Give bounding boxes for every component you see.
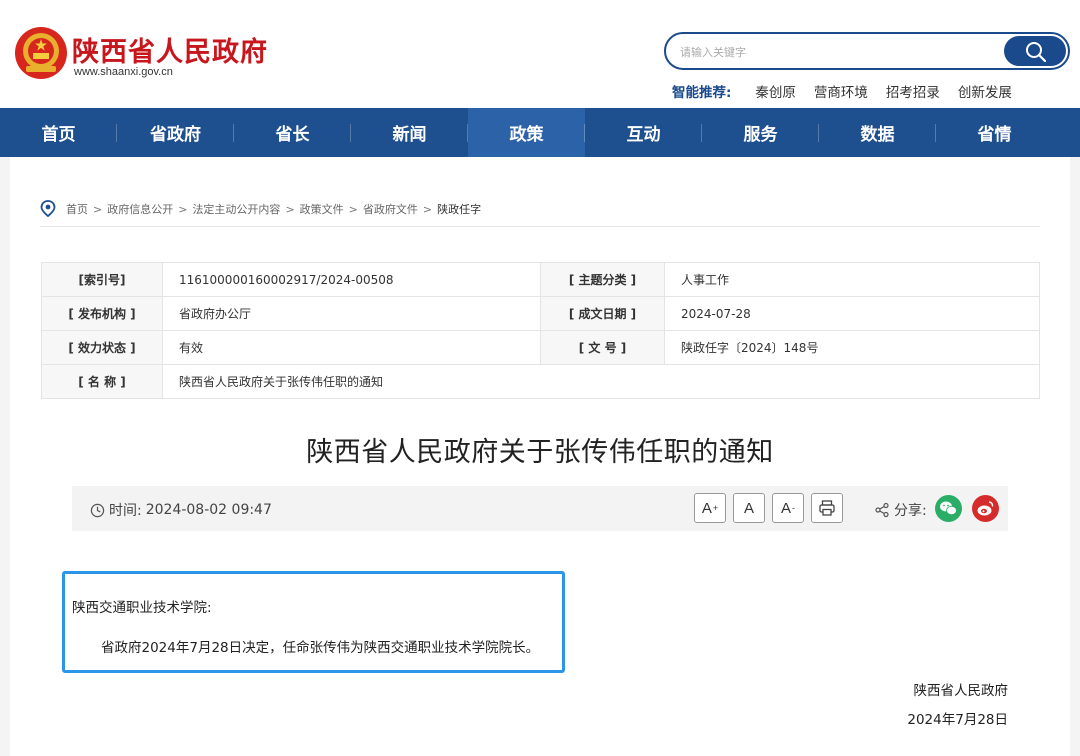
font-medium-glyph: A (743, 499, 754, 517)
clock-icon (90, 503, 105, 517)
nav-policy[interactable]: 政策 (468, 108, 585, 157)
name-value: 陕西省人民政府关于张传伟任职的通知 (162, 364, 1040, 399)
topic-value: 人事工作 (664, 262, 1040, 297)
share-icon (875, 502, 889, 518)
main-nav: 首页 省政府 省长 新闻 政策 互动 服务 数据 省情 (0, 108, 1080, 157)
nav-governor[interactable]: 省长 (234, 108, 351, 157)
search-button[interactable] (1004, 36, 1066, 66)
table-row: [索引号] 116100000160002917/2024-00508 [ 主题… (41, 262, 1040, 297)
font-increase-button[interactable]: A + (694, 493, 726, 523)
smart-recommend: 智能推荐: 秦创原 营商环境 招考招录 创新发展 (672, 81, 1030, 101)
breadcrumb-separator: > (285, 202, 295, 216)
print-button[interactable] (811, 493, 843, 523)
search-box (664, 32, 1070, 70)
highlighted-body-box (62, 571, 565, 673)
share-text: 分享: (894, 503, 927, 519)
location-pin-icon (40, 200, 56, 218)
site-url: www.shaanxi.gov.cn (74, 66, 173, 78)
publish-time: 时间: 2024-08-02 09:47 (90, 500, 272, 520)
recommend-item[interactable]: 营商环境 (814, 81, 868, 101)
addressee: 陕西交通职业技术学院: (72, 600, 212, 616)
font-default-button[interactable]: A (733, 493, 765, 523)
name-label: [ 名 称 ] (41, 364, 163, 399)
site-header: 陕西省人民政府 www.shaanxi.gov.cn 智能推荐: 秦创原 营商环… (0, 0, 1080, 108)
recommend-item[interactable]: 创新发展 (958, 81, 1012, 101)
issuer-value: 省政府办公厅 (162, 296, 541, 331)
date-value: 2024-07-28 (664, 296, 1040, 331)
font-decrease-button[interactable]: A- (772, 493, 804, 523)
nav-interaction[interactable]: 互动 (585, 108, 702, 157)
index-label: [索引号] (41, 262, 163, 297)
status-label: [ 效力状态 ] (41, 330, 163, 365)
nav-provincial-gov[interactable]: 省政府 (117, 108, 234, 157)
site-title[interactable]: 陕西省人民政府 (72, 30, 268, 69)
breadcrumb-separator: > (422, 202, 433, 216)
share-label: 分享: (874, 500, 927, 520)
docno-label: [ 文 号 ] (540, 330, 665, 365)
breadcrumb-item[interactable]: 首页 (66, 201, 88, 217)
nav-services[interactable]: 服务 (702, 108, 819, 157)
article-toolbar: 时间: 2024-08-02 09:47 A + A A- 分享: (72, 486, 1008, 531)
national-emblem-icon (15, 27, 67, 79)
recommend-item[interactable]: 秦创原 (755, 81, 796, 101)
search-icon (1026, 42, 1047, 63)
topic-label: [ 主题分类 ] (540, 262, 665, 297)
weibo-icon (977, 501, 994, 516)
status-value: 有效 (162, 330, 541, 365)
breadcrumb-divider (40, 226, 1040, 227)
nav-province-info[interactable]: 省情 (936, 108, 1053, 157)
nav-home[interactable]: 首页 (0, 108, 117, 157)
table-row: [ 效力状态 ] 有效 [ 文 号 ] 陕政任字〔2024〕148号 (41, 330, 1040, 365)
time-value: 2024-08-02 09:47 (145, 502, 272, 518)
share-weibo-button[interactable] (972, 495, 999, 522)
breadcrumb-item[interactable]: 政策文件 (300, 201, 344, 217)
search-input[interactable] (680, 43, 1000, 61)
breadcrumb-item[interactable]: 法定主动公开内容 (192, 201, 280, 217)
printer-icon (819, 500, 835, 516)
breadcrumb-item[interactable]: 省政府文件 (363, 201, 418, 217)
font-small-glyph: A (780, 499, 791, 517)
table-row: [ 名 称 ] 陕西省人民政府关于张传伟任职的通知 (41, 364, 1040, 399)
share-wechat-button[interactable] (935, 495, 962, 522)
article-title: 陕西省人民政府关于张传伟任职的通知 (306, 437, 774, 468)
signature-date: 2024年7月28日 (907, 712, 1008, 728)
breadcrumb-separator: > (178, 202, 188, 216)
date-label: [ 成文日期 ] (540, 296, 665, 331)
breadcrumb-current[interactable]: 陕政任字 (437, 201, 481, 217)
table-row: [ 发布机构 ] 省政府办公厅 [ 成文日期 ] 2024-07-28 (41, 296, 1040, 331)
time-label: 时间: (109, 503, 142, 519)
nav-data[interactable]: 数据 (819, 108, 936, 157)
docno-value: 陕政任字〔2024〕148号 (664, 330, 1040, 365)
font-large-glyph: A (701, 499, 712, 517)
wechat-icon (940, 501, 957, 516)
nav-news[interactable]: 新闻 (351, 108, 468, 157)
breadcrumb-item[interactable]: 政府信息公开 (107, 201, 173, 217)
document-info-table: [索引号] 116100000160002917/2024-00508 [ 主题… (41, 262, 1040, 399)
signature-org: 陕西省人民政府 (913, 683, 1009, 699)
issuer-label: [ 发布机构 ] (41, 296, 163, 331)
recommend-label: 智能推荐: (672, 85, 732, 101)
recommend-item[interactable]: 招考招录 (886, 81, 940, 101)
breadcrumb: 首页 > 政府信息公开 > 法定主动公开内容 > 政策文件 > 省政府文件 > … (40, 200, 481, 218)
body-paragraph: 省政府2024年7月28日决定，任命张传伟为陕西交通职业技术学院院长。 (101, 640, 540, 656)
index-value: 116100000160002917/2024-00508 (162, 262, 541, 297)
breadcrumb-separator: > (348, 202, 358, 216)
breadcrumb-separator: > (93, 202, 103, 216)
